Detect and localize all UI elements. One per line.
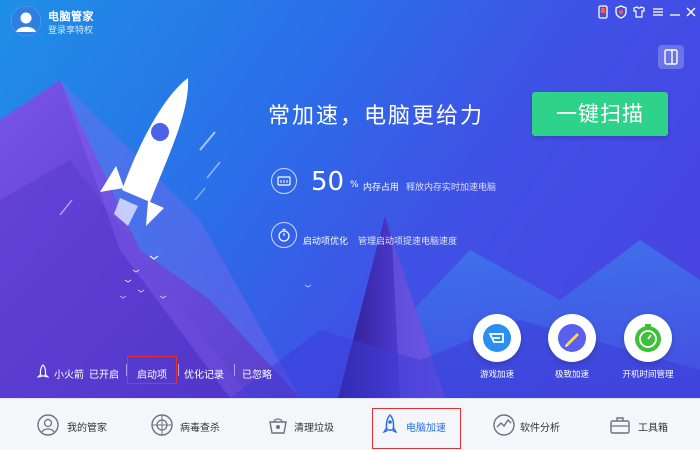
game-boost-label: 游戏加速 bbox=[479, 370, 514, 380]
separator bbox=[234, 364, 235, 376]
game-boost-button[interactable] bbox=[473, 314, 521, 362]
memory-percent: 50 bbox=[311, 167, 345, 197]
tab-toolbox[interactable]: 工具箱 bbox=[606, 399, 696, 450]
user-icon bbox=[11, 6, 41, 36]
side-panel-button[interactable] bbox=[658, 45, 684, 69]
user-avatar[interactable] bbox=[11, 6, 41, 36]
memory-description: 释放内存实时加速电脑 bbox=[406, 183, 497, 193]
app-name: 电脑管家 bbox=[48, 10, 94, 23]
tab-cleanup[interactable]: 清理垃圾 bbox=[260, 399, 360, 450]
extreme-boost-label: 极致加速 bbox=[554, 370, 589, 380]
speedup-panel: 电脑管家 登录享特权 常加速，电脑更给力 一键扫描 50 % 内存占用 释放内存… bbox=[0, 0, 700, 398]
software-analysis-icon bbox=[493, 414, 515, 436]
tab-label: 我的管家 bbox=[67, 423, 107, 434]
minimize-icon[interactable] bbox=[668, 5, 682, 19]
extreme-boost-icon bbox=[558, 324, 586, 352]
boot-time-label: 开机时间管理 bbox=[622, 370, 674, 380]
tab-label: 工具箱 bbox=[638, 423, 668, 434]
bottom-tab-bar: 我的管家 病毒查杀 清理垃圾 电脑加速 软件分析 工具箱 bbox=[0, 398, 700, 450]
tab-label: 软件分析 bbox=[520, 423, 560, 434]
close-icon[interactable] bbox=[684, 5, 698, 19]
ignored-link[interactable]: 已忽略 bbox=[242, 366, 272, 381]
highlight-box-startup bbox=[127, 356, 177, 384]
startup-optimize-label: 启动项优化 bbox=[303, 237, 349, 247]
skin-icon[interactable] bbox=[632, 5, 646, 19]
panel-icon bbox=[664, 49, 678, 65]
phone-icon[interactable] bbox=[596, 5, 610, 19]
rocket-feature-label: 小火箭 bbox=[54, 370, 84, 381]
boot-time-icon bbox=[635, 324, 661, 352]
shield-icon[interactable] bbox=[614, 5, 628, 19]
memory-unit: % bbox=[350, 180, 359, 190]
memory-icon bbox=[271, 168, 297, 194]
one-click-scan-button[interactable]: 一键扫描 bbox=[532, 92, 668, 136]
separator bbox=[178, 364, 179, 376]
virus-scan-icon bbox=[151, 414, 173, 436]
stopwatch-icon bbox=[271, 222, 297, 248]
highlight-box-speedup-tab bbox=[372, 408, 461, 449]
extreme-boost-button[interactable] bbox=[548, 314, 596, 362]
hero-slogan: 常加速，电脑更给力 bbox=[268, 104, 485, 129]
butler-icon bbox=[37, 414, 59, 436]
game-boost-icon bbox=[483, 324, 511, 352]
pc-manager-window: 电脑管家 登录享特权 常加速，电脑更给力 一键扫描 50 % 内存占用 释放内存… bbox=[0, 0, 700, 450]
tab-label: 病毒查杀 bbox=[180, 423, 220, 434]
menu-icon[interactable] bbox=[651, 5, 665, 19]
title-bar: 电脑管家 登录享特权 bbox=[0, 0, 700, 42]
login-link[interactable]: 登录享特权 bbox=[48, 23, 93, 36]
boot-time-button[interactable] bbox=[624, 314, 672, 362]
memory-label: 内存占用 bbox=[363, 183, 400, 193]
tab-software-analysis[interactable]: 软件分析 bbox=[486, 399, 586, 450]
tab-label: 清理垃圾 bbox=[294, 423, 334, 434]
tab-my-butler[interactable]: 我的管家 bbox=[30, 399, 130, 450]
optimize-history-link[interactable]: 优化记录 bbox=[184, 366, 224, 381]
rocket-status: 已开启 bbox=[89, 370, 119, 381]
cleanup-icon bbox=[269, 418, 287, 434]
small-rocket-icon bbox=[36, 364, 50, 378]
toolbox-icon bbox=[610, 417, 630, 434]
tab-virus-scan[interactable]: 病毒查杀 bbox=[146, 399, 246, 450]
startup-optimize-description: 管理启动项提速电脑速度 bbox=[358, 237, 458, 247]
